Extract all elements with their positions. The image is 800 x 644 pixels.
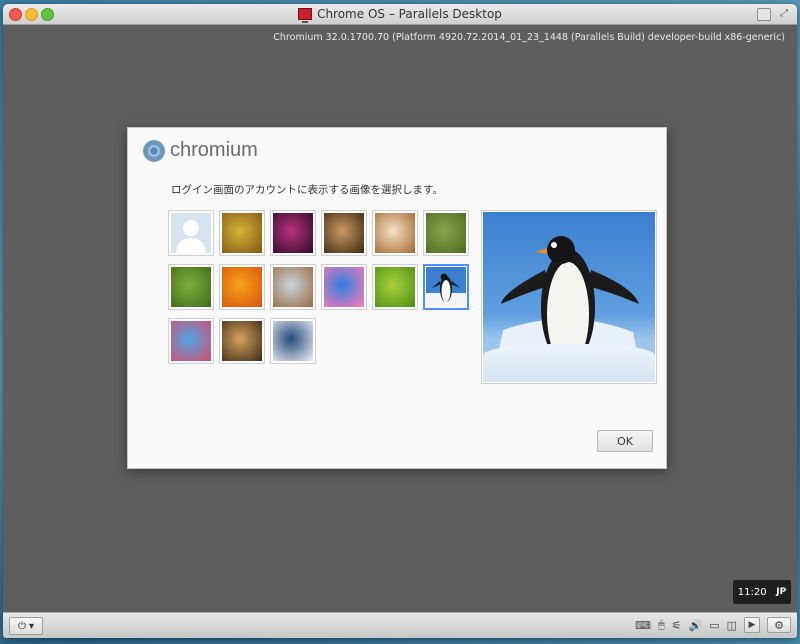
power-menu-button[interactable]: ⏻ ▾ bbox=[9, 617, 43, 635]
penguin-image bbox=[426, 267, 466, 307]
shelf: ⏻ ▾ ⌨ 🖱 ⚟ 🔊 ▭ ◫ ▶ ⚙ bbox=[3, 612, 797, 638]
thumbnail-dragonfly[interactable] bbox=[423, 210, 469, 256]
chromium-logo: chromium bbox=[143, 139, 258, 162]
chrome-os-screen: Chromium 32.0.1700.70 (Platform 4920.72.… bbox=[3, 25, 797, 613]
jellyfish-image bbox=[324, 267, 364, 307]
dragonfly-image bbox=[426, 213, 466, 253]
grass-image bbox=[171, 267, 211, 307]
keyboard-icon[interactable]: ⌨ bbox=[635, 619, 651, 632]
thumbnail-rocket[interactable] bbox=[168, 318, 214, 364]
thumbnail-jellyfish[interactable] bbox=[321, 264, 367, 310]
title-bar: Chrome OS – Parallels Desktop ⤢ bbox=[3, 4, 797, 25]
window-title: Chrome OS – Parallels Desktop bbox=[317, 7, 502, 21]
network-icon[interactable]: ⚟ bbox=[672, 619, 682, 632]
image-grid bbox=[168, 210, 469, 370]
thumbnail-lotus[interactable] bbox=[270, 318, 316, 364]
clock-time: 11:20 bbox=[737, 586, 767, 598]
rocket-image bbox=[171, 321, 211, 361]
chromium-logo-icon bbox=[143, 139, 165, 162]
display-icon[interactable]: ◫ bbox=[727, 619, 737, 632]
thumbnail-bokeh[interactable] bbox=[270, 210, 316, 256]
thumbnail-coffee[interactable] bbox=[372, 210, 418, 256]
ok-button[interactable]: OK bbox=[597, 430, 653, 452]
ime-indicator: JP bbox=[776, 587, 787, 597]
thumbnail-penguin[interactable] bbox=[423, 264, 469, 310]
mouse-icon[interactable]: 🖱 bbox=[658, 618, 665, 632]
kiwi-image bbox=[375, 267, 415, 307]
volume-icon[interactable]: 🔊 bbox=[688, 619, 702, 632]
user-image-dialog: chromium ログイン画面のアカウントに表示する画像を選択します。 OK bbox=[127, 127, 667, 469]
chess-image bbox=[324, 213, 364, 253]
logo-text: chromium bbox=[170, 139, 258, 161]
window-title-area: Chrome OS – Parallels Desktop bbox=[3, 4, 797, 24]
power-icon: ⏻ bbox=[18, 620, 26, 632]
build-info: Chromium 32.0.1700.70 (Platform 4920.72.… bbox=[273, 32, 785, 43]
selected-image-preview bbox=[481, 210, 657, 384]
resize-icon[interactable]: ⤢ bbox=[778, 8, 790, 19]
bicycle-image bbox=[222, 213, 262, 253]
status-area-popup[interactable]: 11:20 JP bbox=[733, 580, 791, 604]
thumbnail-dog[interactable] bbox=[270, 264, 316, 310]
thumbnail-default-avatar[interactable] bbox=[168, 210, 214, 256]
snow-ground bbox=[483, 344, 655, 382]
thumbnail-bicycle[interactable] bbox=[219, 210, 265, 256]
thumbnail-grass[interactable] bbox=[168, 264, 214, 310]
dog-image bbox=[273, 267, 313, 307]
lotus-image bbox=[273, 321, 313, 361]
system-tray: ⌨ 🖱 ⚟ 🔊 ▭ ◫ ▶ ⚙ bbox=[635, 617, 791, 633]
hdd-icon[interactable]: ▭ bbox=[709, 619, 719, 632]
thumbnail-record-player[interactable] bbox=[219, 318, 265, 364]
fullscreen-icon[interactable] bbox=[757, 8, 771, 21]
chevron-down-icon: ▾ bbox=[28, 620, 34, 632]
default-avatar-image bbox=[171, 213, 211, 253]
monitor-icon bbox=[298, 8, 313, 23]
flower-image bbox=[222, 267, 262, 307]
coffee-image bbox=[375, 213, 415, 253]
thumbnail-flower[interactable] bbox=[219, 264, 265, 310]
parallels-window: Chrome OS – Parallels Desktop ⤢ Chromium… bbox=[3, 4, 797, 638]
play-icon[interactable]: ▶ bbox=[744, 617, 760, 633]
preview-penguin-image bbox=[483, 212, 655, 382]
gear-icon[interactable]: ⚙ bbox=[767, 617, 791, 633]
bokeh-image bbox=[273, 213, 313, 253]
thumbnail-kiwi[interactable] bbox=[372, 264, 418, 310]
record-player-image bbox=[222, 321, 262, 361]
instruction-text: ログイン画面のアカウントに表示する画像を選択します。 bbox=[171, 184, 443, 196]
thumbnail-chess[interactable] bbox=[321, 210, 367, 256]
